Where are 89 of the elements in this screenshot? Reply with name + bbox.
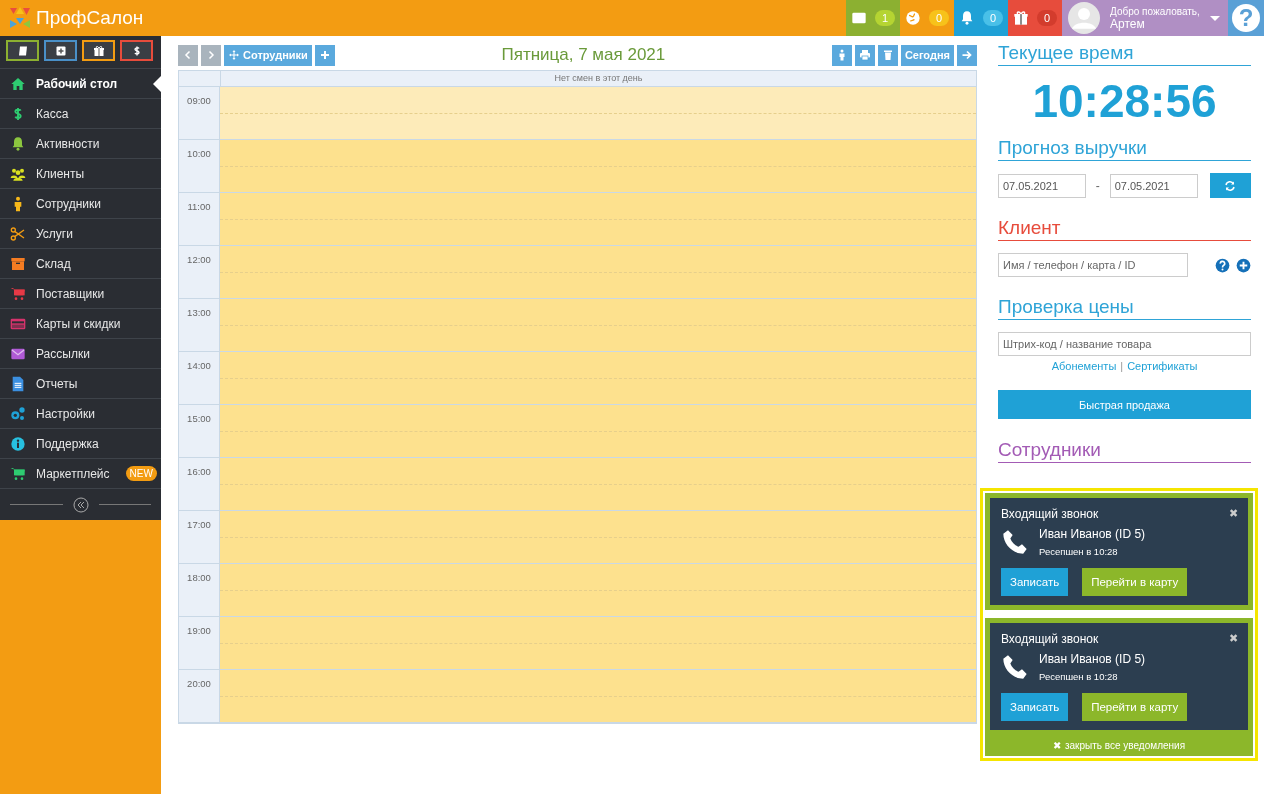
sidebar-item[interactable]: Рассылки <box>0 339 161 369</box>
sidebar-item[interactable]: Сотрудники <box>0 189 161 219</box>
app-logo-text: ПрофСалон <box>36 7 144 29</box>
nav-prev-button[interactable] <box>178 44 198 66</box>
arrow-right-icon <box>961 49 973 61</box>
forward-button[interactable] <box>957 44 977 66</box>
time-label: 15:00 <box>179 405 220 457</box>
sidebar-item[interactable]: Клиенты <box>0 159 161 189</box>
add-icon <box>1236 257 1251 273</box>
gift-icon <box>1013 10 1029 26</box>
delete-button[interactable] <box>877 44 898 66</box>
book-icon <box>16 44 29 57</box>
sidebar-item[interactable]: Услуги <box>0 219 161 249</box>
print-icon <box>858 49 871 61</box>
time-label: 09:00 <box>179 87 220 139</box>
section-heading: Прогноз выручки <box>998 131 1251 161</box>
active-pointer-icon <box>153 76 161 92</box>
caret-icon <box>1210 15 1220 21</box>
sidebar-item[interactable]: Рабочий стол <box>0 69 161 99</box>
time-label: 17:00 <box>179 511 220 563</box>
time-label: 10:00 <box>179 140 220 192</box>
date-separator: - <box>1094 178 1101 193</box>
time-label: 18:00 <box>179 564 220 616</box>
section-heading: Текущее время <box>998 36 1251 66</box>
sidebar-item[interactable]: Поддержка <box>0 429 161 459</box>
logo-icon <box>8 6 32 30</box>
time-label: 19:00 <box>179 617 220 669</box>
clock-time: 10:28:56 <box>1031 75 1218 127</box>
notification-title: Входящий звонок <box>1001 507 1099 521</box>
plus-icon <box>318 49 331 61</box>
caller-name: Иван Иванов (ID 5) <box>1039 652 1146 666</box>
new-badge: NEW <box>125 466 157 481</box>
sidebar-item[interactable]: Карты и скидки <box>0 309 161 339</box>
section-heading: Проверка цены <box>998 290 1251 320</box>
refresh-icon <box>1224 179 1237 192</box>
staff-view-button[interactable] <box>831 44 852 66</box>
move-icon <box>228 49 240 61</box>
date-from-field[interactable]: 07.05.2021 <box>998 173 1086 198</box>
envelope-icon <box>851 10 867 26</box>
add-button[interactable] <box>314 44 335 66</box>
quick-action-button[interactable] <box>82 40 115 61</box>
trash-icon <box>881 49 894 61</box>
sidebar-item[interactable]: Отчеты <box>0 369 161 399</box>
gift-icon <box>92 44 105 57</box>
time-label: 13:00 <box>179 299 220 351</box>
sidebar-item[interactable]: Касса <box>0 99 161 129</box>
counter-button[interactable]: 0 <box>1008 0 1062 36</box>
price-search-field[interactable]: Штрих-код / название товара <box>998 332 1251 356</box>
client-search-field[interactable]: Имя / телефон / карта / ID <box>998 253 1188 277</box>
phone-icon <box>1001 653 1029 681</box>
date-to-field[interactable]: 07.05.2021 <box>1109 173 1198 198</box>
close-button[interactable]: ✖ <box>1229 632 1238 646</box>
count-badge: 1 <box>875 10 895 26</box>
bell-icon <box>959 10 975 26</box>
refresh-button[interactable] <box>1209 173 1251 198</box>
plus-square-icon <box>54 44 67 57</box>
time-label: 11:00 <box>179 193 220 245</box>
caller-name: Иван Иванов (ID 5) <box>1039 527 1146 541</box>
no-shifts-text: Нет смен в этот день <box>553 72 644 85</box>
section-heading: Клиент <box>998 211 1251 241</box>
count-badge: 0 <box>983 10 1003 26</box>
sidebar-item[interactable]: Склад <box>0 249 161 279</box>
phone-icon <box>1001 528 1029 556</box>
section-heading: Сотрудники <box>998 433 1251 463</box>
count-badge: 0 <box>1037 10 1057 26</box>
globe-icon <box>905 10 921 26</box>
count-badge: 0 <box>929 10 949 26</box>
notification-title: Входящий звонок <box>1001 632 1099 646</box>
link-separator: | <box>1120 360 1124 372</box>
close-button[interactable]: ✖ <box>1229 507 1238 521</box>
time-label: 20:00 <box>179 670 220 722</box>
time-label: 16:00 <box>179 458 220 510</box>
quick-action-button[interactable] <box>120 40 153 61</box>
call-detail: Ресепшен в 10:28 <box>1039 671 1119 682</box>
nav-next-button[interactable] <box>201 44 221 66</box>
time-label: 14:00 <box>179 352 220 404</box>
collapse-icon[interactable] <box>72 496 89 513</box>
avatar-icon <box>1068 2 1100 34</box>
call-detail: Ресепшен в 10:28 <box>1039 546 1119 557</box>
sidebar-item[interactable]: Маркетплейс NEW <box>0 459 161 489</box>
quick-action-button[interactable] <box>44 40 77 61</box>
sidebar-item[interactable]: Активности <box>0 129 161 159</box>
sidebar-item[interactable]: Поставщики <box>0 279 161 309</box>
help-icon <box>1215 257 1230 273</box>
quick-action-button[interactable] <box>6 40 39 61</box>
date-title: Пятница, 7 мая 2021 <box>500 45 667 65</box>
sidebar-item[interactable]: Настройки <box>0 399 161 429</box>
print-button[interactable] <box>854 44 875 66</box>
time-label: 12:00 <box>179 246 220 298</box>
